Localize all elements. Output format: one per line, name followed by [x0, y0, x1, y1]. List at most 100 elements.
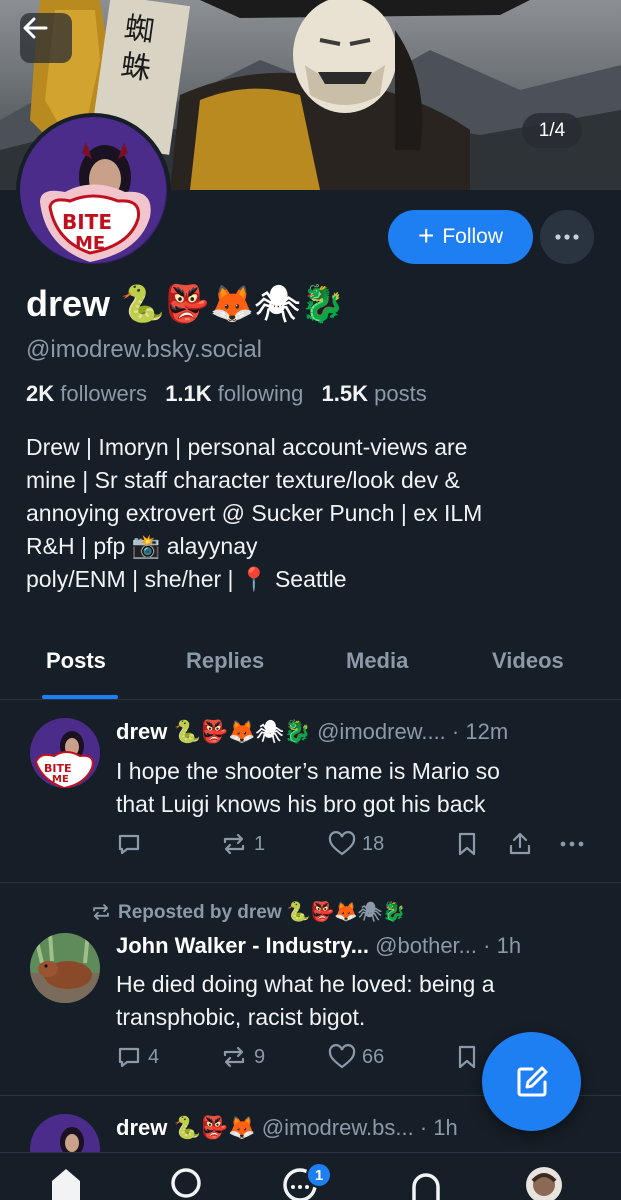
heart-icon — [328, 1044, 356, 1069]
svg-text:蜘: 蜘 — [122, 11, 157, 50]
nav-search[interactable] — [156, 1161, 216, 1200]
post-time: · 1h — [483, 933, 522, 958]
image-counter: 1/4 — [522, 113, 582, 148]
svg-text:ME: ME — [52, 774, 69, 785]
post-time: · 12m — [451, 719, 509, 744]
bookmark-button[interactable] — [456, 831, 478, 857]
post-handle[interactable]: @bother... — [375, 933, 477, 958]
bell-icon — [412, 1173, 440, 1200]
tab-media[interactable]: Media — [346, 648, 408, 674]
post-header: drew 🐍👺🦊 @imodrew.bs... · 1h — [116, 1115, 458, 1141]
repost-count: 9 — [254, 1045, 266, 1068]
bio-line: mine | Sr staff character texture/look d… — [26, 467, 460, 493]
display-name: drew 🐍👺🦊🕷🐉 — [26, 283, 346, 324]
more-options-button[interactable] — [540, 210, 594, 264]
profile-bio: Drew | Imoryn | personal account-views a… — [26, 431, 596, 596]
svg-text:ME: ME — [75, 233, 105, 254]
search-icon — [171, 1168, 201, 1198]
post-author[interactable]: drew 🐍👺🦊 — [116, 1115, 256, 1140]
post-time: · 1h — [419, 1115, 458, 1140]
reply-button[interactable] — [116, 831, 142, 857]
tab-posts[interactable]: Posts — [46, 648, 106, 674]
bio-line: annoying extrovert @ Sucker Punch | ex I… — [26, 500, 483, 526]
post-author[interactable]: John Walker - Industry... — [116, 933, 369, 958]
post-text: He died doing what he loved: being a tra… — [116, 968, 586, 1034]
avatar-image — [30, 933, 100, 1003]
avatar-image — [30, 1114, 100, 1152]
repost-icon — [223, 1046, 245, 1068]
ellipsis-icon — [555, 234, 579, 240]
bio-line: R&H | pfp 📸 alayynay — [26, 533, 258, 559]
post-handle[interactable]: @imodrew.bs... — [262, 1115, 414, 1140]
reply-count: 4 — [148, 1045, 160, 1068]
avatar-image: BITE ME — [30, 718, 100, 788]
share-icon — [509, 832, 531, 855]
repost-icon — [223, 833, 245, 855]
post-text: I hope the shooter’s name is Mario so th… — [116, 755, 586, 821]
post-header: drew 🐍👺🦊🕷🐉 @imodrew.... · 12m — [116, 719, 508, 745]
bookmark-button[interactable] — [456, 1044, 478, 1070]
following-link[interactable]: 1.1K following — [165, 381, 303, 406]
nav-home[interactable] — [36, 1161, 96, 1200]
bookmark-icon — [458, 1045, 476, 1069]
following-label: following — [217, 381, 304, 406]
profile-tabs: Posts Replies Media Videos — [0, 642, 621, 700]
profile-handle: @imodrew.bsky.social — [26, 336, 262, 363]
profile-avatar[interactable]: BITE ME — [16, 113, 171, 268]
profile-avatar-icon — [526, 1167, 562, 1200]
post-text-line: I hope the shooter’s name is Mario so — [116, 758, 500, 784]
home-icon — [52, 1169, 80, 1200]
post-header: John Walker - Industry... @bother... · 1… — [116, 933, 521, 959]
reply-button[interactable]: 4 — [116, 1044, 159, 1070]
post-avatar[interactable] — [30, 933, 100, 1003]
post-text-line: that Luigi knows his bro got his back — [116, 791, 486, 817]
post-handle[interactable]: @imodrew.... — [317, 719, 446, 744]
posts-label: posts — [374, 381, 427, 406]
tab-videos[interactable]: Videos — [492, 648, 564, 674]
post-avatar[interactable] — [30, 1114, 100, 1152]
like-button[interactable]: 18 — [328, 831, 384, 857]
chat-unread-badge: 1 — [306, 1162, 332, 1188]
ellipsis-icon — [560, 841, 584, 847]
follow-label: Follow — [442, 225, 504, 248]
profile-stats: 2K followers 1.1K following 1.5K posts — [26, 381, 427, 407]
nav-notifications[interactable] — [396, 1161, 456, 1200]
plus-icon: + — [417, 219, 435, 251]
post-more-button[interactable] — [560, 831, 584, 857]
like-count: 66 — [362, 1045, 385, 1068]
bookmark-icon — [458, 832, 476, 856]
following-count: 1.1K — [165, 381, 212, 406]
like-button[interactable]: 66 — [328, 1044, 384, 1070]
avatar-image: BITE ME — [20, 117, 167, 264]
tab-replies[interactable]: Replies — [186, 648, 264, 674]
repost-button[interactable]: 9 — [220, 1044, 265, 1070]
like-count: 18 — [362, 832, 385, 855]
compose-button[interactable] — [482, 1032, 581, 1131]
posts-count: 1.5K — [321, 381, 369, 406]
followers-link[interactable]: 2K followers — [26, 381, 147, 406]
feed-post[interactable]: BITE ME drew 🐍👺🦊🕷🐉 @imodrew.... · 12m I … — [0, 700, 621, 883]
bio-line: poly/ENM | she/her | 📍 Seattle — [26, 566, 347, 592]
svg-text:BITE: BITE — [62, 210, 112, 234]
post-text-line: He died doing what he loved: being a — [116, 971, 495, 997]
heart-icon — [328, 831, 356, 856]
arrow-left-icon — [23, 17, 48, 39]
repost-button[interactable]: 1 — [220, 831, 265, 857]
comment-icon — [118, 1047, 140, 1068]
post-author[interactable]: drew 🐍👺🦊🕷🐉 — [116, 719, 311, 744]
active-tab-indicator — [42, 695, 118, 699]
back-button[interactable] — [20, 13, 72, 63]
compose-icon — [517, 1066, 547, 1096]
nav-profile[interactable] — [514, 1161, 574, 1200]
post-avatar[interactable]: BITE ME — [30, 718, 100, 788]
share-button[interactable] — [508, 831, 532, 857]
followers-count: 2K — [26, 381, 55, 406]
followers-label: followers — [60, 381, 148, 406]
post-text-line: transphobic, racist bigot. — [116, 1004, 366, 1030]
post-actions: 1 18 — [116, 831, 596, 861]
bio-line: Drew | Imoryn | personal account-views a… — [26, 434, 468, 460]
follow-button[interactable]: + Follow — [388, 210, 533, 264]
posts-stat: 1.5K posts — [322, 381, 427, 406]
repost-count: 1 — [254, 832, 266, 855]
svg-text:蛛: 蛛 — [119, 48, 154, 87]
